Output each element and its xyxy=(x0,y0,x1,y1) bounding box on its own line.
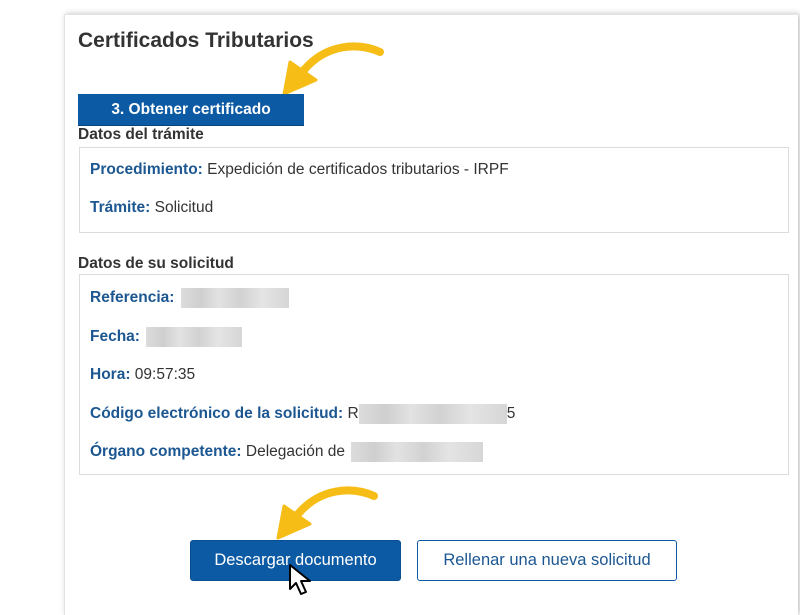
section-heading-solicitud: Datos de su solicitud xyxy=(78,255,234,272)
field-label: Procedimiento: xyxy=(90,161,203,178)
redacted-value xyxy=(351,442,484,462)
field-value: 09:57:35 xyxy=(134,366,196,383)
field-value-suffix: 5 xyxy=(506,405,516,423)
section-heading-tramite: Datos del trámite xyxy=(78,126,204,143)
field-label: Órgano competente: xyxy=(90,443,242,461)
step-tab-obtener-certificado: 3. Obtener certificado xyxy=(78,94,304,126)
tramite-details-box: Procedimiento: Expedición de certificado… xyxy=(79,147,789,233)
arrow-annotation-icon xyxy=(282,42,384,96)
field-organo-competente: Órgano competente: Delegación de xyxy=(90,442,484,462)
new-request-button[interactable]: Rellenar una nueva solicitud xyxy=(417,540,677,581)
field-hora: Hora: 09:57:35 xyxy=(90,366,195,384)
redacted-value xyxy=(180,288,289,308)
field-value: Solicitud xyxy=(154,199,214,216)
field-fecha: Fecha: xyxy=(90,327,243,347)
field-tramite: Trámite: Solicitud xyxy=(90,199,213,217)
field-label: Código electrónico de la solicitud: xyxy=(90,405,344,423)
field-value: Expedición de certificados tributarios -… xyxy=(207,161,509,178)
cursor-pointer-icon xyxy=(289,564,311,595)
field-label: Fecha: xyxy=(90,328,140,346)
field-label: Hora: xyxy=(90,366,131,383)
field-value: Delegación de xyxy=(245,443,345,461)
field-referencia: Referencia: xyxy=(90,288,289,308)
redacted-value xyxy=(146,327,243,347)
arrow-annotation-icon xyxy=(276,486,378,540)
field-value-prefix: R xyxy=(347,405,359,423)
field-label: Trámite: xyxy=(90,199,151,216)
redacted-value xyxy=(358,404,507,424)
field-label: Referencia: xyxy=(90,289,175,307)
field-procedimiento: Procedimiento: Expedición de certificado… xyxy=(90,161,509,179)
field-codigo-electronico: Código electrónico de la solicitud: R 5 xyxy=(90,404,515,424)
solicitud-details-box: Referencia: Fecha: Hora: 09:57:35 Código… xyxy=(79,274,789,475)
